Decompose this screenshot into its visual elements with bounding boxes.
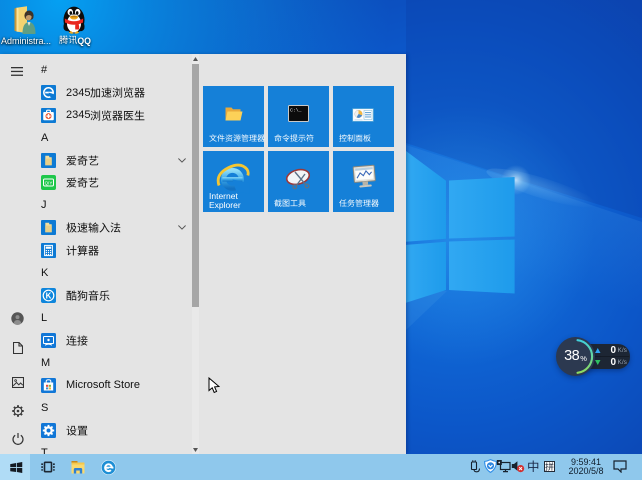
svg-text:QIY: QIY [45, 181, 53, 186]
svg-text:K: K [46, 291, 52, 300]
svg-text:C:\_: C:\_ [290, 108, 302, 114]
